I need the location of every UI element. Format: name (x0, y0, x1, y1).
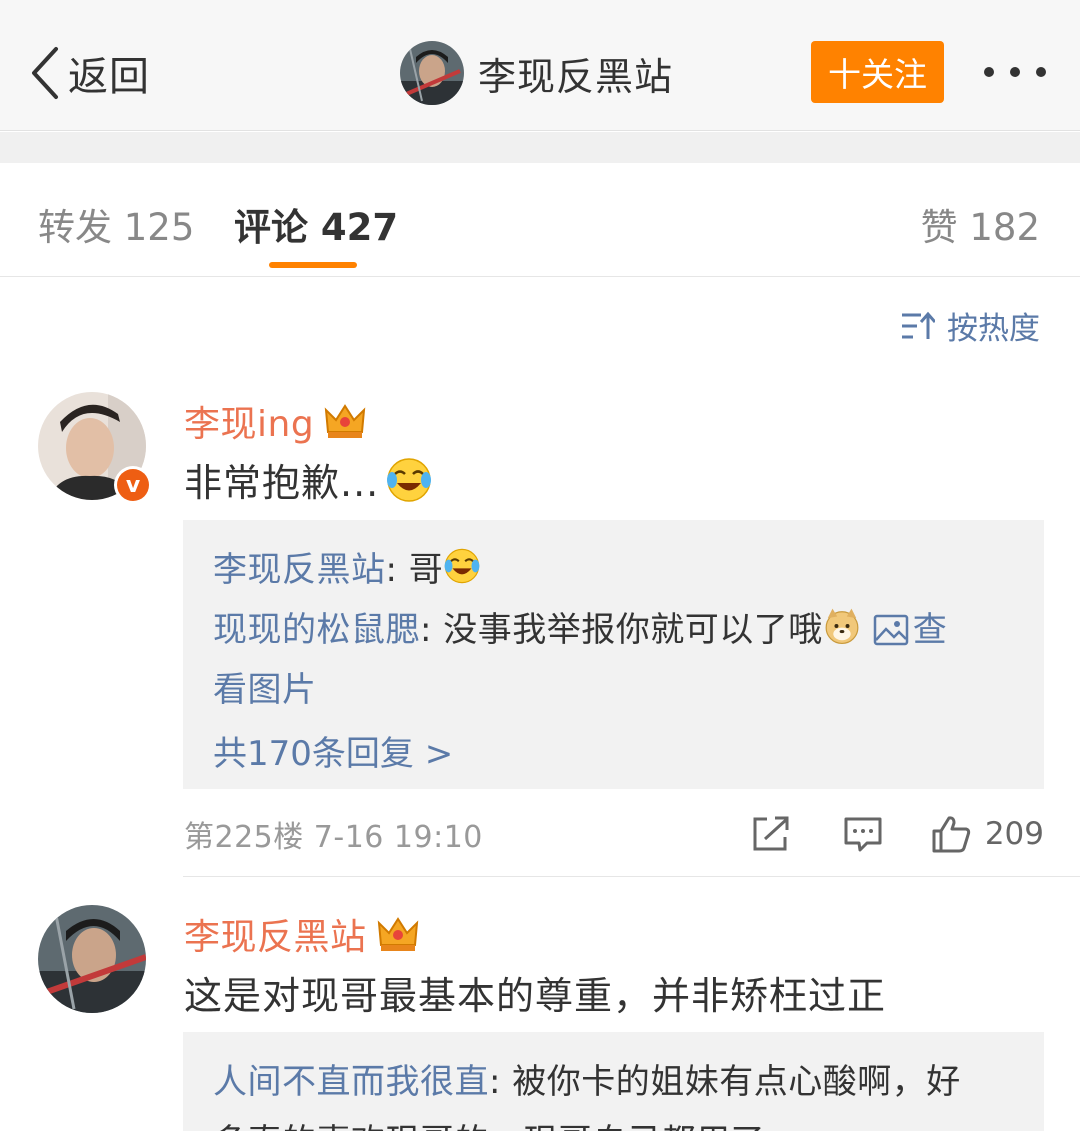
view-image-link[interactable]: 查 (913, 610, 948, 650)
reply-username[interactable]: 现现的松鼠腮 (213, 610, 420, 650)
sort-by-popularity-button[interactable]: 按热度 (901, 303, 1040, 348)
share-icon (753, 816, 789, 851)
more-dot-icon (1010, 67, 1020, 77)
like-comment-button[interactable]: 209 (931, 815, 1044, 853)
reply-text: 被你卡的姐妹有点心酸啊，好 (512, 1062, 961, 1102)
more-dot-icon (984, 67, 994, 77)
reply-separator: : (385, 550, 409, 590)
follow-button[interactable]: 十关注 (811, 41, 944, 103)
reply-line: 现现的松鼠腮: 没事我举报你就可以了哦 查 (213, 600, 1016, 660)
comment-item: 李现反黑站 这是对现哥最基本的尊重，并非矫枉过正 人间不直而我很直: 被你卡的姐… (0, 877, 1080, 1131)
comment-text: 这是对现哥最基本的尊重，并非矫枉过正 (184, 974, 887, 1018)
comment-text: 非常抱歉... (184, 461, 380, 505)
comment-item: v 李现ing 非常抱歉... 李现反黑站: 哥 现现的松鼠腮: 没事我举报你就… (0, 392, 1080, 877)
laugh-cry-emoji-icon (444, 548, 480, 584)
reply-separator: : (489, 1062, 513, 1102)
reply-username[interactable]: 李现反黑站 (213, 550, 386, 590)
view-image-link-continued[interactable]: 看图片 (213, 660, 1016, 720)
sort-icon (902, 311, 935, 339)
tab-like[interactable]: 赞 182 (921, 197, 1040, 251)
tab-bar: 转发 125 评论 427 赞 182 (0, 163, 1080, 277)
reply-preview-box[interactable]: 李现反黑站: 哥 现现的松鼠腮: 没事我举报你就可以了哦 查 看图片 共170条… (183, 520, 1044, 789)
account-avatar[interactable] (400, 41, 464, 105)
chevron-left-icon (32, 47, 58, 99)
tab-repost[interactable]: 转发 125 (38, 197, 194, 251)
view-all-replies-link[interactable]: 共170条回复 > (213, 724, 1016, 784)
share-comment-button[interactable] (751, 815, 791, 853)
reply-line: 人间不直而我很直: 被你卡的姐妹有点心酸啊，好 (213, 1052, 1016, 1112)
reply-comment-button[interactable] (843, 815, 883, 853)
comment-floor-timestamp: 第225楼 7-16 19:10 (184, 820, 483, 855)
image-icon[interactable] (873, 614, 909, 646)
tab-comment[interactable]: 评论 427 (234, 197, 398, 251)
reply-preview-box[interactable]: 人间不直而我很直: 被你卡的姐妹有点心酸啊，好 多真的喜欢现哥的，现哥自己都用了 (183, 1032, 1044, 1131)
top-navbar: 返回 李现反黑站 十关注 (0, 0, 1080, 131)
section-gap (0, 132, 1080, 163)
back-button[interactable]: 返回 (28, 40, 150, 106)
reply-text: 哥 (408, 550, 444, 590)
comment-username[interactable]: 李现反黑站 (184, 908, 367, 960)
crown-badge-icon (324, 404, 366, 438)
more-options-button[interactable] (984, 62, 1046, 82)
comment-icon (844, 817, 882, 852)
reply-text: 没事我举报你就可以了哦 (443, 610, 823, 650)
back-label: 返回 (68, 54, 150, 100)
reply-username[interactable]: 人间不直而我很直 (213, 1062, 489, 1102)
sort-label: 按热度 (947, 311, 1040, 347)
laugh-cry-emoji-icon (387, 457, 432, 502)
verified-badge: v (114, 466, 152, 504)
more-dot-icon (1036, 67, 1046, 77)
account-header[interactable]: 李现反黑站 (400, 40, 673, 106)
reply-text-continued: 多真的喜欢现哥的，现哥自己都用了 (213, 1112, 1016, 1131)
reply-line: 李现反黑站: 哥 (213, 540, 1016, 600)
crown-badge-icon (377, 917, 418, 951)
avatar[interactable] (38, 905, 146, 1013)
account-name: 李现反黑站 (478, 54, 674, 99)
reply-separator: : (420, 610, 444, 650)
doge-emoji-icon (825, 608, 859, 645)
active-tab-indicator (269, 262, 357, 268)
comment-username[interactable]: 李现ing (184, 395, 314, 447)
like-count: 209 (984, 816, 1044, 852)
thumbs-up-icon (932, 816, 970, 853)
